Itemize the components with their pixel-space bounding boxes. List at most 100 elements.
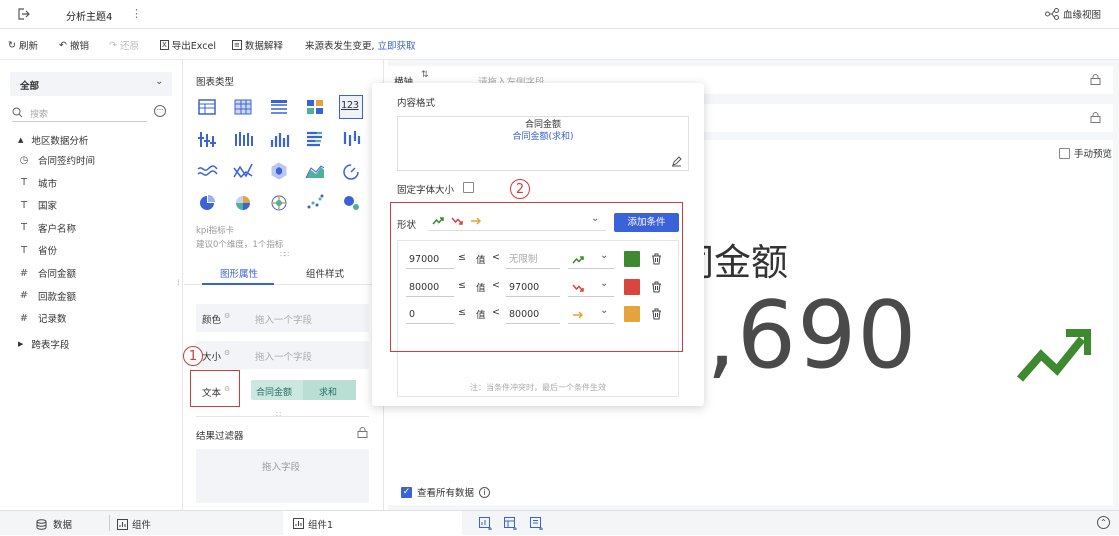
export-label: 导出Excel — [171, 41, 216, 52]
more-vertical-icon[interactable]: ⋮ — [131, 7, 142, 20]
scope-select[interactable]: 全部 ⌄ — [10, 72, 172, 96]
text-agg-box: 求和 — [303, 380, 356, 400]
field-label: 客户名称 — [38, 223, 77, 235]
kpi-name: kpi指标卡 — [196, 226, 235, 236]
tab-data[interactable]: 数据 — [36, 517, 72, 531]
panel-resize-handle[interactable]: ⁞ — [177, 278, 180, 287]
text-agg-label: 求和 — [319, 388, 338, 398]
group-regional-analysis[interactable]: ▲ 地区数据分析 — [18, 133, 88, 147]
rose-chart-icon[interactable] — [268, 192, 290, 214]
pie-chart-icon[interactable] — [196, 192, 218, 214]
kpi-hint: 建议0个维度，1个指标 — [196, 240, 284, 250]
gauge-icon[interactable] — [340, 160, 362, 182]
field-label: 记录数 — [38, 314, 67, 326]
annotation-number-1: 1 — [188, 348, 198, 364]
exit-icon[interactable] — [16, 7, 30, 21]
prop-tabs: 图形属性 组件样式 — [184, 255, 384, 285]
explain-label: 数据解释 — [244, 41, 283, 52]
group-cross-table-fields[interactable]: ▶ 跨表字段 — [18, 337, 69, 351]
color-prop-row[interactable]: 颜色 ⚙ 拖入一个字段 — [196, 304, 369, 332]
annotation-marker-1: 1 — [183, 346, 203, 366]
cross-table-icon[interactable] — [232, 96, 254, 118]
field-panel: 全部 ⌄ 搜索 ··· ▲ 地区数据分析 ◷ 合同签约时间 T 城市 T 国家 T 客户名称 T 省… — [0, 60, 183, 510]
size-prop-row[interactable]: 大小 ⚙ 拖入一个字段 — [196, 341, 369, 369]
range-bar-icon[interactable] — [340, 128, 362, 150]
number-icon: # — [19, 267, 29, 279]
more-options-icon[interactable]: ··· — [154, 105, 166, 117]
field-item[interactable]: T 省份 — [18, 243, 58, 258]
search-input[interactable]: 搜索 — [12, 104, 147, 122]
refresh-icon: ↻ — [8, 39, 16, 51]
area-chart-icon[interactable] — [304, 160, 326, 182]
divider — [196, 416, 369, 417]
manual-preview-checkbox[interactable] — [1059, 147, 1070, 159]
page-title: 分析主题4 — [66, 12, 113, 23]
text-icon: T — [20, 244, 28, 256]
bubble-icon[interactable] — [340, 192, 362, 214]
bloodline-view-button[interactable]: 血缘视图 — [1045, 7, 1101, 21]
field-item[interactable]: T 客户名称 — [18, 221, 76, 235]
component-icon — [293, 518, 304, 529]
detail-table-icon[interactable] — [268, 96, 290, 118]
field-item[interactable]: # 回款金额 — [18, 289, 76, 303]
lock-icon[interactable] — [1090, 74, 1101, 85]
field-item[interactable]: ◷ 合同签约时间 — [18, 153, 95, 168]
field-label: 国家 — [38, 201, 58, 213]
tab-component1-label: 组件1 — [308, 520, 334, 531]
edit-icon[interactable] — [671, 156, 682, 167]
text-field-pill[interactable]: 合同金额 求和 — [251, 380, 356, 400]
redo-button[interactable]: ↷ 还原 — [109, 38, 139, 53]
fetch-now-link[interactable]: 立即获取 — [378, 38, 416, 52]
view-all-data[interactable]: ✓ 查看所有数据 i — [401, 485, 491, 499]
info-icon[interactable]: i — [479, 486, 491, 498]
search-placeholder: 搜索 — [30, 110, 49, 120]
excel-icon: X — [160, 40, 169, 50]
field-label: 省份 — [38, 246, 58, 258]
column-icon[interactable] — [232, 128, 254, 150]
manual-preview-toggle[interactable]: 手动预览 — [1059, 146, 1112, 160]
polyline-icon[interactable] — [232, 160, 254, 182]
add-report-icon[interactable] — [530, 517, 543, 530]
lock-icon[interactable] — [357, 427, 368, 438]
data-explain-button[interactable]: ≡ 数据解释 — [232, 38, 283, 52]
field-item[interactable]: T 城市 — [18, 176, 57, 190]
add-component-icon[interactable] — [479, 517, 492, 530]
number-icon: # — [19, 312, 29, 324]
tab-component-style[interactable]: 组件样式 — [306, 266, 344, 280]
refresh-button[interactable]: ↻ 刷新 — [8, 38, 38, 53]
block-chart-icon[interactable] — [304, 96, 326, 118]
export-excel-button[interactable]: X 导出Excel — [160, 38, 216, 52]
annotation-marker-2: 2 — [510, 179, 530, 199]
collapse-up-icon[interactable]: ⌃ — [1097, 516, 1110, 529]
multi-pie-icon[interactable] — [232, 192, 254, 214]
drag-handle-icon[interactable]: ∷ — [276, 410, 281, 419]
tab-component1[interactable]: 组件1 — [283, 511, 462, 536]
stack-bar-icon[interactable] — [304, 128, 326, 150]
field-item[interactable]: T 国家 — [18, 198, 58, 213]
tab-graphic-attributes[interactable]: 图形属性 — [202, 255, 274, 285]
swap-axis-icon[interactable]: ⇅ — [421, 70, 429, 80]
column-chart-icon[interactable] — [268, 128, 290, 150]
radar-icon[interactable] — [268, 160, 290, 182]
kpi-card-icon[interactable]: 123 — [339, 95, 363, 119]
wave-line-icon[interactable] — [196, 160, 218, 182]
tab-component[interactable]: 组件 — [117, 517, 151, 531]
field-item[interactable]: # 记录数 — [18, 311, 67, 326]
lock-icon[interactable] — [1090, 112, 1101, 123]
text-icon: T — [20, 199, 28, 211]
content-format-editor[interactable]: 合同金额 合同金额(求和) — [397, 116, 689, 171]
caret-right-icon: ▶ — [18, 340, 24, 348]
view-all-checkbox[interactable]: ✓ — [401, 486, 412, 498]
text-icon: T — [20, 177, 28, 189]
filter-drop-zone[interactable]: 拖入字段 — [196, 449, 369, 503]
undo-icon: ↶ — [59, 39, 67, 51]
add-table-icon[interactable] — [504, 517, 517, 530]
field-item[interactable]: # 合同金额 — [18, 266, 76, 281]
size-label: 大小 — [202, 352, 222, 363]
annotation-number-2: 2 — [515, 181, 525, 197]
scatter-icon[interactable] — [304, 192, 326, 214]
undo-button[interactable]: ↶ 撤销 — [59, 38, 89, 53]
bar-group-icon[interactable] — [196, 128, 218, 150]
fixed-font-checkbox[interactable] — [463, 182, 474, 193]
table-icon[interactable] — [196, 96, 218, 118]
